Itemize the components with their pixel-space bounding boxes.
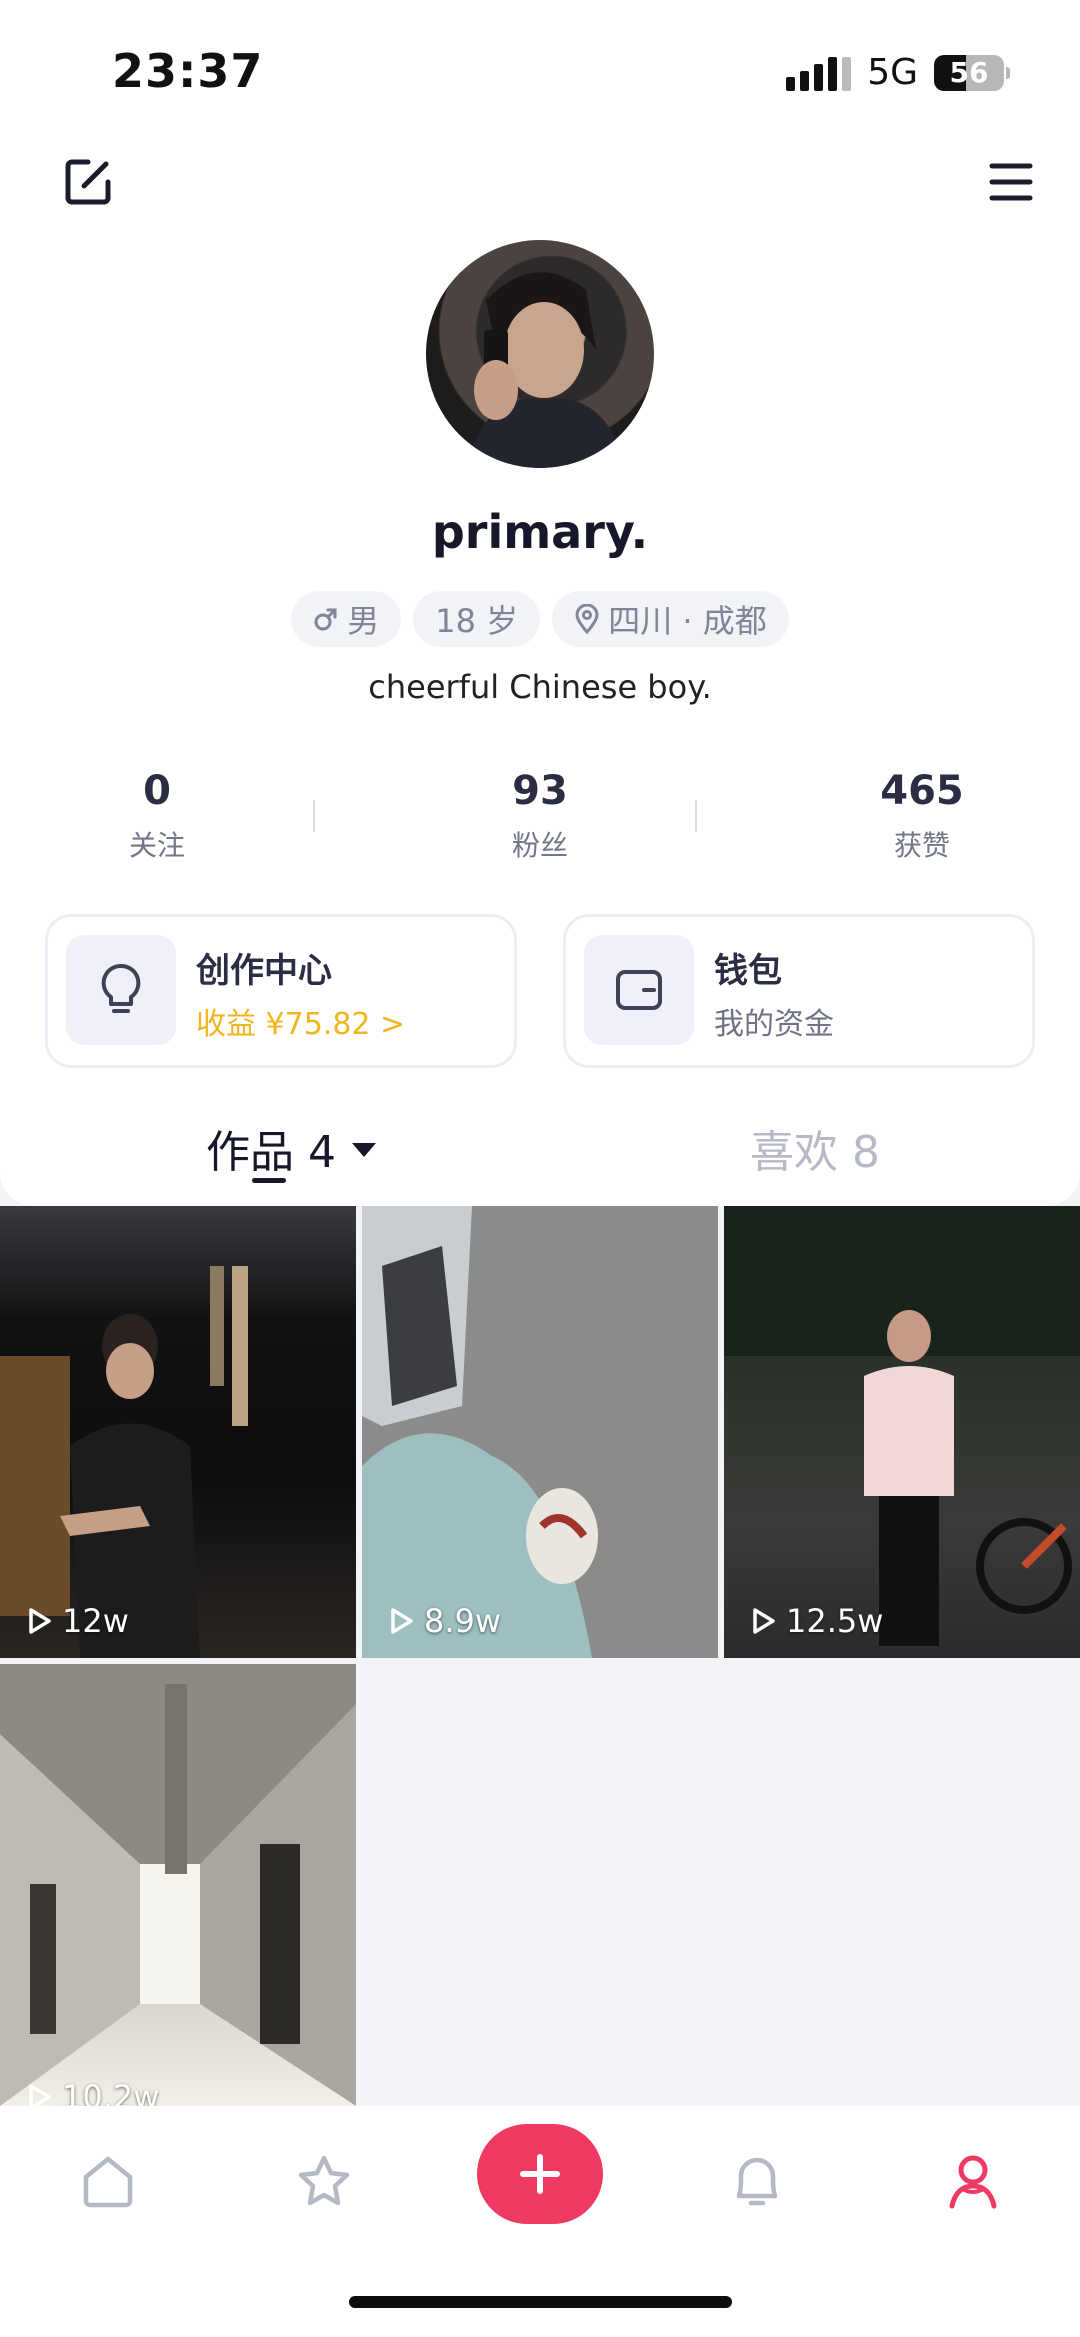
followers-label: 粉丝 [511, 829, 568, 862]
wallet-subtitle: 我的资金 [714, 1007, 834, 1042]
edit-icon [65, 159, 111, 205]
add-icon [520, 2154, 560, 2194]
following-count: 0 [143, 768, 171, 814]
username: primary. [431, 505, 649, 559]
age-label: 18 岁 [435, 602, 519, 640]
video-thumbnail[interactable]: 12w [0, 1206, 356, 1658]
view-count: 8.9w [388, 1602, 501, 1640]
stat-following[interactable]: 0 关注 [57, 768, 257, 864]
video-thumbnail[interactable]: 10.2w [0, 1664, 356, 2106]
creator-center-card[interactable]: 创作中心 收益 ¥75.82 > [45, 914, 517, 1068]
followers-count: 93 [512, 768, 568, 814]
battery-icon: 56 [934, 54, 1010, 91]
wallet-icon [584, 935, 694, 1045]
creator-center-title: 创作中心 [196, 951, 332, 991]
nav-notifications[interactable] [722, 2146, 792, 2216]
following-label: 关注 [128, 829, 185, 862]
menu-button[interactable] [986, 158, 1036, 206]
divider [313, 800, 315, 832]
play-icon [29, 2084, 51, 2106]
nav-favorites[interactable] [289, 2146, 359, 2216]
video-thumbnail[interactable]: 12.5w [724, 1206, 1080, 1658]
location-pin-icon [575, 604, 599, 634]
gender-label: 男 [347, 602, 380, 640]
gender-tag: 男 [291, 591, 402, 647]
view-count: 12w [26, 1602, 129, 1640]
play-icon [29, 1608, 51, 1634]
active-tab-indicator [252, 1178, 286, 1183]
network-type: 5G [867, 52, 918, 93]
nav-home[interactable] [73, 2146, 143, 2216]
profile-tags: 男 18 岁 四川 · 成都 [0, 591, 1080, 647]
lightbulb-icon [66, 935, 176, 1045]
create-post-button[interactable] [477, 2124, 603, 2224]
likes-label: 获赞 [893, 829, 950, 862]
video-thumbnail[interactable]: 8.9w [362, 1206, 718, 1658]
view-count: 10.2w [26, 2078, 159, 2106]
avatar[interactable] [426, 240, 654, 468]
tab-likes-label: 喜欢 8 [750, 1127, 880, 1178]
wallet-title: 钱包 [714, 951, 782, 991]
age-tag: 18 岁 [413, 591, 541, 647]
hamburger-menu-icon [989, 163, 1033, 201]
likes-count: 465 [880, 768, 964, 814]
location-label: 四川 · 成都 [608, 602, 767, 640]
divider [695, 800, 697, 832]
male-icon [314, 608, 337, 631]
caret-down-icon[interactable] [351, 1143, 376, 1157]
home-icon [83, 2156, 133, 2208]
battery-level: 56 [934, 54, 1004, 91]
tab-likes[interactable]: 喜欢 8 [750, 1116, 880, 1180]
tab-works[interactable]: 作品 4 [206, 1116, 376, 1180]
tab-works-label: 作品 4 [206, 1127, 336, 1178]
bell-icon [736, 2157, 778, 2206]
status-time: 23:37 [112, 44, 264, 98]
nav-profile[interactable] [938, 2146, 1008, 2216]
play-icon [391, 1608, 413, 1634]
location-tag: 四川 · 成都 [552, 591, 789, 647]
status-indicators: 5G 56 [786, 52, 1010, 93]
view-count: 12.5w [750, 1602, 883, 1640]
bio: cheerful Chinese boy. [368, 668, 712, 706]
star-icon [298, 2155, 350, 2206]
wallet-card[interactable]: 钱包 我的资金 [563, 914, 1035, 1068]
play-icon [753, 1608, 775, 1634]
home-indicator [349, 2296, 732, 2308]
profile-icon [949, 2155, 997, 2209]
signal-icon [786, 55, 852, 91]
edit-profile-button[interactable] [62, 156, 114, 208]
stat-likes[interactable]: 465 获赞 [822, 768, 1022, 864]
stat-followers[interactable]: 93 粉丝 [440, 768, 640, 864]
earnings-link[interactable]: 收益 ¥75.82 > [196, 999, 405, 1043]
